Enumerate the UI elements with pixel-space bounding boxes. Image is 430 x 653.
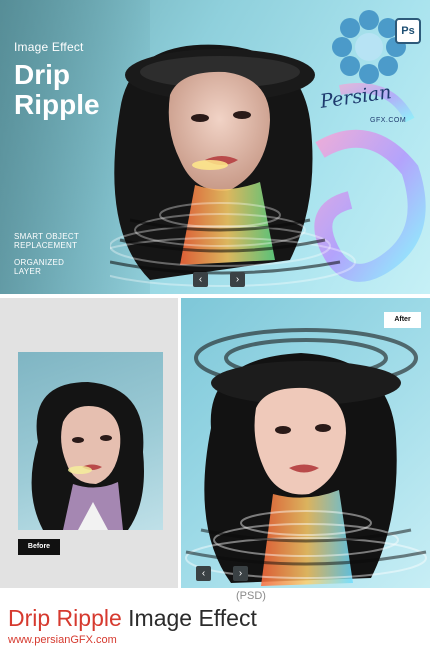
after-portrait-image — [185, 328, 427, 586]
feature-organized-line2: LAYER — [14, 267, 42, 276]
before-label: Before — [18, 539, 60, 555]
footer-title-red: Drip Ripple — [8, 605, 122, 631]
chevron-right-icon: › — [235, 274, 240, 285]
before-photo — [18, 352, 163, 530]
feature-smart-object-line2: REPLACEMENT — [14, 241, 78, 250]
footer-site-link[interactable]: www.persianGFX.com — [8, 634, 117, 646]
before-portrait-image — [31, 382, 145, 530]
after-label: After — [384, 312, 421, 328]
chevron-right-icon: › — [238, 568, 243, 579]
psd-tag: (PSD) — [236, 590, 266, 602]
chevron-left-icon: ‹ — [198, 274, 203, 285]
after-photo — [181, 298, 430, 588]
feature-organized-line1: ORGANIZED — [14, 258, 65, 267]
footer-title-dark: Image Effect — [121, 605, 257, 631]
compare-next-button[interactable]: › — [233, 566, 248, 581]
hero-eyebrow: Image Effect — [14, 40, 84, 54]
footer-title: Drip Ripple Image Effect — [8, 605, 257, 632]
photoshop-icon: Ps — [395, 18, 421, 44]
hero-title-line2: Ripple — [14, 89, 100, 120]
hero-prev-button[interactable]: ‹ — [193, 272, 208, 287]
hero-title-line1: Drip — [14, 59, 70, 90]
hero-next-button[interactable]: › — [230, 272, 245, 287]
watermark-small: GFX.COM — [370, 117, 407, 124]
chevron-left-icon: ‹ — [201, 568, 206, 579]
feature-smart-object-line1: SMART OBJECT — [14, 232, 80, 241]
compare-prev-button[interactable]: ‹ — [196, 566, 211, 581]
